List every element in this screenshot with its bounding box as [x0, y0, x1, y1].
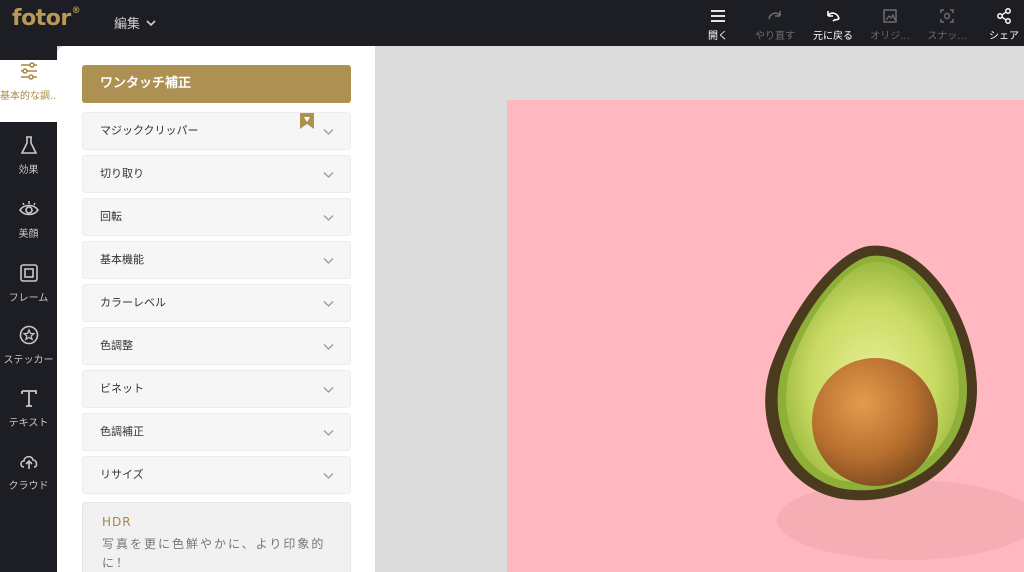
- rail-item-basic[interactable]: 基本的な調...: [0, 60, 57, 122]
- share-label: シェア: [989, 31, 1019, 42]
- cloud-upload-icon: [19, 455, 37, 469]
- section-crop[interactable]: 切り取り: [82, 155, 351, 193]
- section-label: カラーレベル: [100, 296, 166, 309]
- logo-text: fotor: [12, 6, 71, 31]
- original-button[interactable]: オリジ...: [860, 7, 920, 43]
- chevron-down-icon: [323, 387, 334, 393]
- chevron-down-icon: [323, 430, 334, 436]
- avocado-photo: [765, 245, 1024, 560]
- chevron-down-icon: [323, 473, 334, 479]
- hdr-card[interactable]: HDR 写真を更に色鮮やかに、より印象的に！: [82, 502, 351, 572]
- section-label: ビネット: [100, 382, 144, 395]
- section-tone-correction[interactable]: 色調補正: [82, 413, 351, 451]
- photo-preview[interactable]: [507, 100, 1024, 572]
- section-label: マジッククリッパー: [100, 124, 199, 137]
- registered-mark: ®: [71, 5, 81, 16]
- chevron-down-icon: [323, 258, 334, 264]
- open-button[interactable]: 開く: [688, 7, 748, 43]
- snapshot-label: スナッ...: [927, 31, 967, 42]
- chevron-down-icon: [323, 301, 334, 307]
- section-resize[interactable]: リサイズ: [82, 456, 351, 494]
- flask-icon: [20, 136, 37, 154]
- adjustment-panel: ワンタッチ補正 マジッククリッパー 切り取り 回転 基本機能 カラーレベル 色調…: [57, 46, 375, 572]
- edit-menu-label: 編集: [114, 17, 141, 32]
- fotor-logo[interactable]: fotor®: [12, 5, 81, 31]
- section-basic-functions[interactable]: 基本機能: [82, 241, 351, 279]
- frame-icon: [19, 264, 38, 282]
- rail-item-effects[interactable]: 効果: [0, 134, 57, 196]
- section-rotate[interactable]: 回転: [82, 198, 351, 236]
- section-vignette[interactable]: ビネット: [82, 370, 351, 408]
- section-color-levels[interactable]: カラーレベル: [82, 284, 351, 322]
- rail-item-beauty[interactable]: 美顔: [0, 198, 57, 260]
- undo-icon: [827, 11, 840, 22]
- redo-icon: [768, 11, 781, 20]
- text-icon: [20, 390, 37, 407]
- hdr-title: HDR: [102, 515, 132, 529]
- section-label: 切り取り: [100, 167, 144, 180]
- edit-menu[interactable]: 編集: [114, 13, 156, 32]
- original-label: オリジ...: [870, 31, 910, 42]
- undo-label: 元に戻る: [813, 31, 853, 42]
- rail-item-sticker[interactable]: ステッカー: [0, 324, 57, 386]
- rail-item-cloud[interactable]: クラウド: [0, 450, 57, 512]
- redo-button[interactable]: やり直す: [745, 7, 805, 43]
- section-color-adjust[interactable]: 色調整: [82, 327, 351, 365]
- snapshot-button[interactable]: スナッ...: [917, 7, 977, 43]
- chevron-down-icon: [323, 344, 334, 350]
- rail-label-frame: フレーム: [8, 293, 49, 304]
- menu-icon: [711, 10, 725, 22]
- hdr-description: 写真を更に色鮮やかに、より印象的に！: [102, 537, 326, 570]
- rail-label-cloud: クラウド: [8, 481, 49, 492]
- rail-label-sticker: ステッカー: [3, 355, 54, 366]
- tool-rail: 基本的な調... 効果 美顔 フレーム ステッカー テキスト クラウド: [0, 46, 57, 572]
- one-touch-button[interactable]: ワンタッチ補正: [82, 65, 351, 103]
- rail-item-frame[interactable]: フレーム: [0, 262, 57, 324]
- section-label: 基本機能: [100, 253, 144, 266]
- rail-item-text[interactable]: テキスト: [0, 387, 57, 449]
- top-bar: fotor® 編集 開く やり直す 元に戻る オリジ... スナッ... シェア: [0, 0, 1024, 46]
- redo-label: やり直す: [755, 31, 795, 42]
- rail-label-effects: 効果: [18, 165, 39, 176]
- rail-label-beauty: 美顔: [18, 229, 39, 240]
- section-label: 色調補正: [100, 425, 144, 438]
- chevron-down-icon: [323, 215, 334, 221]
- section-label: 回転: [100, 210, 122, 223]
- chevron-down-icon: [323, 129, 334, 135]
- section-label: 色調整: [100, 339, 133, 352]
- rail-label-text: テキスト: [8, 418, 49, 429]
- snapshot-icon: [940, 9, 954, 23]
- open-label: 開く: [708, 31, 728, 42]
- sliders-icon: [20, 62, 37, 80]
- image-icon: [883, 9, 897, 23]
- premium-badge-icon: [300, 113, 314, 129]
- editor-canvas[interactable]: [375, 46, 1024, 572]
- share-button[interactable]: シェア: [974, 7, 1024, 43]
- share-icon: [997, 8, 1011, 24]
- undo-button[interactable]: 元に戻る: [803, 7, 863, 43]
- eye-icon: [18, 201, 39, 216]
- rail-label-basic: 基本的な調...: [0, 91, 57, 102]
- section-label: リサイズ: [100, 468, 144, 481]
- chevron-down-icon: [146, 19, 156, 26]
- sticker-icon: [19, 325, 38, 345]
- chevron-down-icon: [323, 172, 334, 178]
